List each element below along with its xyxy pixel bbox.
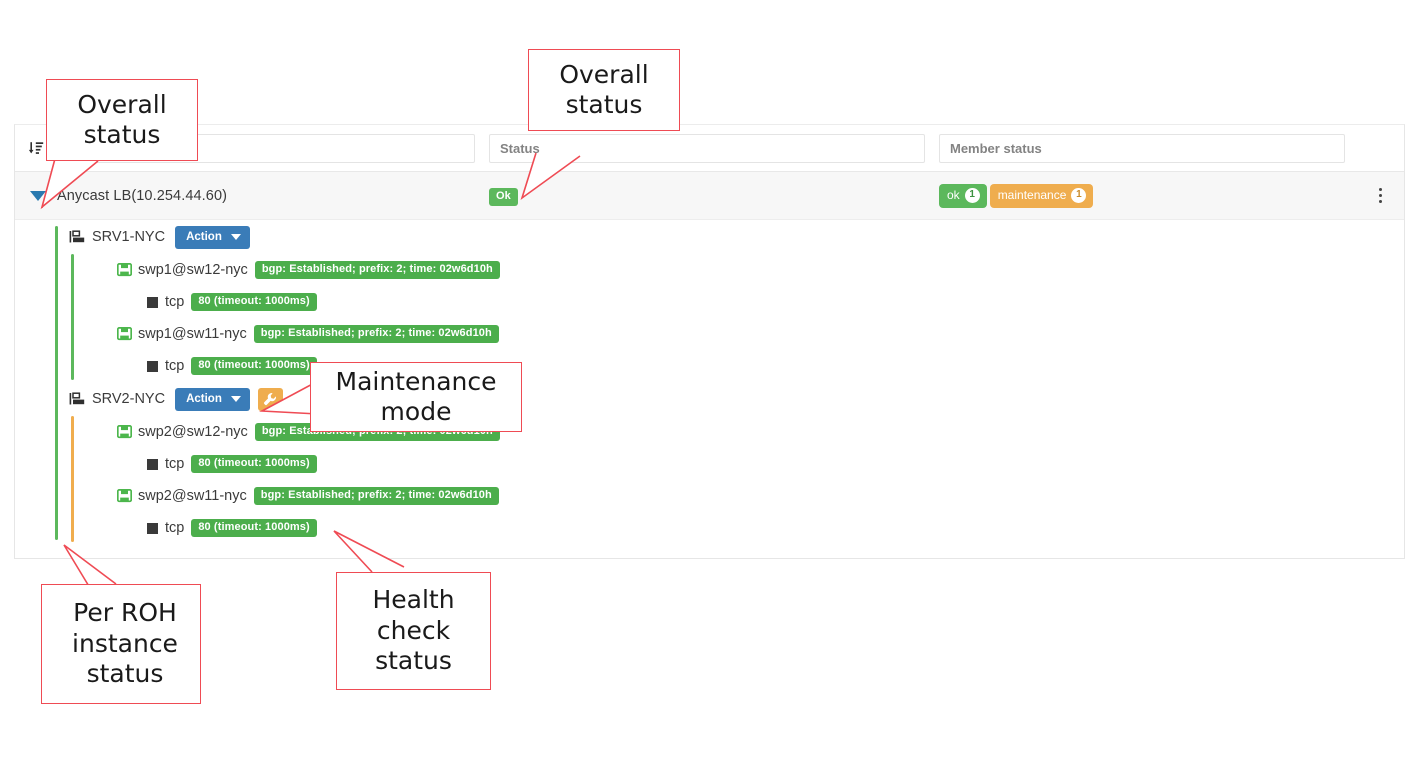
health-check-status-badge: 80 (timeout: 1000ms)	[191, 357, 317, 375]
tcp-square-icon	[147, 360, 158, 372]
server-block-2: SRV2-NYC Action swp2@sw12-nyc bgp: tcp 8…	[15, 382, 1404, 544]
port-row: swp1@sw11-nyc bgp: Established; prefix: …	[15, 318, 1404, 350]
health-check-status-badge: 80 (timeout: 1000ms)	[191, 519, 317, 537]
expand-collapse-toggle[interactable]	[15, 190, 57, 201]
annotation-overall-status-right: Overall status	[528, 49, 680, 131]
member-status-maintenance-badge: maintenance 1	[989, 183, 1094, 208]
member-status-maintenance-label: maintenance	[997, 188, 1067, 202]
roh-status-table: Anycast LB(10.254.44.60) Ok ok 1 mainten…	[14, 124, 1405, 559]
kebab-menu-icon[interactable]	[1379, 188, 1382, 203]
table-row-group[interactable]: Anycast LB(10.254.44.60) Ok ok 1 mainten…	[15, 172, 1404, 220]
server-name: SRV1-NYC	[92, 229, 166, 245]
annotation-maintenance-mode: Maintenance mode	[310, 362, 522, 432]
caret-down-icon	[30, 190, 46, 201]
status-filter-input[interactable]	[489, 133, 925, 163]
expanded-tree: SRV1-NYC Action swp1@sw12-nyc bgp: Estab…	[15, 220, 1404, 558]
annotation-text: Per ROH instance status	[72, 598, 178, 689]
server-icon	[69, 391, 85, 407]
health-check-name: tcp	[165, 294, 185, 310]
member-status-filter-input[interactable]	[939, 133, 1345, 163]
server-icon	[69, 229, 85, 245]
member-status-filter-cell	[939, 133, 1359, 163]
port-status-badge: bgp: Established; prefix: 2; time: 02w6d…	[254, 261, 500, 279]
health-check-row: tcp 80 (timeout: 1000ms)	[15, 350, 1404, 382]
member-status-maintenance-count: 1	[1071, 187, 1087, 203]
server-name: SRV2-NYC	[92, 391, 166, 407]
health-check-row: tcp 80 (timeout: 1000ms)	[15, 286, 1404, 318]
instance-status-bar	[71, 416, 74, 542]
chevron-down-icon	[230, 395, 241, 402]
ethernet-port-icon	[117, 327, 132, 341]
row-actions-cell	[1359, 188, 1404, 203]
member-status-cell: ok 1 maintenance 1	[939, 183, 1359, 208]
server-block-1: SRV1-NYC Action swp1@sw12-nyc bgp: Estab…	[15, 220, 1404, 382]
member-status-ok-label: ok	[947, 188, 960, 202]
action-button[interactable]: Action	[175, 225, 250, 249]
port-status-badge: bgp: Established; prefix: 2; time: 02w6d…	[253, 487, 499, 505]
action-button[interactable]: Action	[175, 387, 250, 411]
group-name: Anycast LB(10.254.44.60)	[57, 187, 228, 204]
action-button-label: Action	[186, 392, 222, 405]
annotation-text: Maintenance mode	[335, 366, 497, 427]
status-badge: Ok	[489, 187, 518, 206]
annotation-per-roh-instance-status: Per ROH instance status	[41, 584, 201, 704]
health-check-name: tcp	[165, 520, 185, 536]
tcp-square-icon	[147, 296, 158, 308]
server-row: SRV1-NYC Action	[15, 220, 1404, 254]
port-status-badge: bgp: Established; prefix: 2; time: 02w6d…	[253, 325, 499, 343]
annotation-text: Overall status	[77, 89, 167, 150]
annotation-health-check-status: Health check status	[336, 572, 491, 690]
tcp-square-icon	[147, 458, 158, 470]
maintenance-mode-button[interactable]	[257, 387, 283, 411]
server-row: SRV2-NYC Action	[15, 382, 1404, 416]
health-check-status-badge: 80 (timeout: 1000ms)	[191, 455, 317, 473]
ethernet-port-icon	[117, 263, 132, 277]
port-row: swp2@sw12-nyc bgp: Established; prefix: …	[15, 416, 1404, 448]
health-check-status-badge: 80 (timeout: 1000ms)	[191, 293, 317, 311]
member-status-ok-count: 1	[964, 187, 980, 203]
annotation-text: Overall status	[559, 59, 649, 120]
tcp-square-icon	[147, 522, 158, 534]
port-row: swp1@sw12-nyc bgp: Established; prefix: …	[15, 254, 1404, 286]
status-filter-cell	[489, 133, 939, 163]
group-status-cell: Ok	[489, 186, 939, 206]
health-check-row: tcp 80 (timeout: 1000ms)	[15, 512, 1404, 544]
wrench-icon	[263, 392, 277, 406]
port-row: swp2@sw11-nyc bgp: Established; prefix: …	[15, 480, 1404, 512]
ethernet-port-icon	[117, 425, 132, 439]
table-filter-row	[15, 125, 1404, 172]
chevron-down-icon	[230, 233, 241, 240]
member-status-ok-badge: ok 1	[939, 183, 987, 208]
health-check-name: tcp	[165, 456, 185, 472]
annotation-text: Health check status	[372, 585, 455, 676]
port-name: swp1@sw12-nyc	[138, 262, 248, 278]
port-name: swp2@sw12-nyc	[138, 424, 248, 440]
health-check-name: tcp	[165, 358, 185, 374]
port-name: swp1@sw11-nyc	[138, 326, 247, 342]
ethernet-port-icon	[117, 489, 132, 503]
port-name: swp2@sw11-nyc	[138, 488, 247, 504]
instance-status-bar	[71, 254, 74, 380]
action-button-label: Action	[186, 230, 222, 243]
health-check-row: tcp 80 (timeout: 1000ms)	[15, 448, 1404, 480]
annotation-overall-status-left: Overall status	[46, 79, 198, 161]
